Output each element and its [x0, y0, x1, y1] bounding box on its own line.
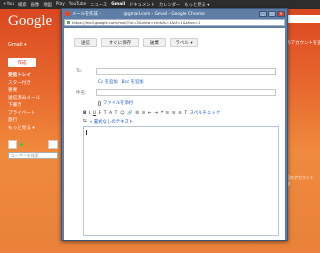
sidebar-item-sent[interactable]: 送信済みメール [8, 95, 58, 103]
subject-field[interactable] [96, 89, 276, 96]
text-color-button[interactable]: A [109, 111, 112, 116]
bullet-list-icon[interactable]: ≡ [142, 111, 146, 116]
compose-form: 送信 すぐに保存 破棄 ラベル ▾ To: Cc を追加 Bcc を追加 件名:… [64, 28, 285, 240]
underline-button[interactable]: U [93, 111, 96, 116]
attach-file-link[interactable]: ファイルを添付 [98, 100, 133, 106]
discard-button[interactable]: 破棄 [143, 38, 166, 47]
chat-search-input[interactable]: ユーザーを検索 [8, 152, 58, 159]
url-text: https://mail.google.com/mail/?ui=2&view=… [72, 20, 201, 25]
topbar-item-more[interactable]: もっと見る ▾ [184, 2, 209, 8]
compose-toolbar: 送信 すぐに保存 破棄 ラベル ▾ [74, 38, 198, 47]
topbar-item-docs[interactable]: ドキュメント [129, 2, 155, 8]
sidebar-item-drafts[interactable]: 下書き [8, 102, 58, 110]
sidebar-nav: 受信トレイ スター付き 重要 送信済みメール 下書き プライベート 旅行 もっと… [8, 72, 58, 132]
spellcheck-link[interactable]: スペルチェック [190, 110, 220, 116]
quote-icon[interactable]: ❝ [161, 111, 163, 116]
align-left-icon[interactable]: ≡ [166, 111, 170, 116]
bold-button[interactable]: B [83, 111, 86, 116]
close-button[interactable]: × [277, 10, 285, 17]
compose-button[interactable]: 作成 [8, 58, 36, 67]
avatar[interactable] [8, 140, 17, 149]
gmail-icon [65, 11, 70, 16]
topbar-item-youtube[interactable]: YouTube [69, 2, 86, 7]
sidebar-item-more[interactable]: もっと見る ▾ [8, 125, 58, 133]
format-toolbar: B I U F T A T ☺ 🔗 ☰ ≡ ⇤ ⇥ ❝ ≡ ≡ ≡ T スペルチ… [83, 109, 278, 117]
italic-button[interactable]: I [89, 111, 90, 116]
attach-file-label: ファイルを添付 [103, 101, 134, 106]
font-button[interactable]: F [99, 111, 102, 116]
sidebar-item-starred[interactable]: スター付き [8, 80, 58, 88]
indent-less-icon[interactable]: ⇤ [148, 111, 152, 116]
save-now-button[interactable]: すぐに保存 [101, 38, 139, 47]
sidebar-item-important[interactable]: 重要 [8, 87, 58, 95]
remove-format-icon[interactable]: T [184, 111, 187, 116]
topbar-item-gmail[interactable]: Gmail [111, 2, 125, 7]
window-controls: _ □ × [259, 10, 285, 17]
sidebar-item-travel[interactable]: 旅行 [8, 117, 58, 125]
lock-icon [67, 21, 70, 24]
topbar-item-play[interactable]: Play [56, 2, 65, 7]
gmail-menu[interactable]: Gmail ▾ [8, 42, 27, 48]
send-button[interactable]: 送信 [74, 38, 97, 47]
labels-dropdown[interactable]: ラベル ▾ [170, 38, 198, 47]
font-size-button[interactable]: T [104, 111, 107, 116]
chat-panel: ユーザーを検索 [8, 140, 58, 160]
window-titlebar[interactable]: メールを作成 - @gmail.com - Gmail - Google Chr… [62, 9, 287, 18]
subject-label: 件名: [76, 91, 87, 96]
to-field[interactable] [96, 68, 276, 75]
add-recipients-links: Cc を追加 Bcc を追加 [98, 79, 144, 85]
sidebar-item-inbox[interactable]: 受信トレイ [8, 72, 58, 80]
sidebar-item-private[interactable]: プライベート [8, 110, 58, 118]
compose-popup-window: メールを作成 - @gmail.com - Gmail - Google Chr… [61, 8, 288, 241]
format-toolbar-row2: ⇆ « 書式なしのテキスト [83, 118, 133, 125]
align-right-icon[interactable]: ≡ [178, 111, 182, 116]
paperclip-icon [98, 100, 101, 106]
topbar-item-news[interactable]: ニュース [90, 2, 107, 8]
topbar-item-you[interactable]: +You [3, 2, 14, 7]
to-label: To: [76, 69, 83, 74]
emoticon-icon[interactable]: ☺ [120, 111, 125, 116]
topbar-item-calendar[interactable]: カレンダー [159, 2, 180, 8]
window-title: メールを作成 - @gmail.com - Gmail - Google Chr… [72, 11, 205, 17]
highlight-button[interactable]: T [115, 111, 118, 116]
plain-text-link[interactable]: « 書式なしのテキスト [90, 119, 133, 125]
text-direction-icon[interactable]: ⇆ [83, 119, 87, 124]
topbar-item-maps[interactable]: 地図 [43, 2, 52, 8]
numbered-list-icon[interactable]: ☰ [135, 111, 139, 116]
maximize-button[interactable]: □ [268, 10, 276, 17]
add-bcc-link[interactable]: Bcc を追加 [122, 79, 144, 85]
link-icon[interactable]: 🔗 [127, 111, 132, 116]
google-logo[interactable]: Google [8, 13, 52, 30]
address-bar[interactable]: https://mail.google.com/mail/?ui=2&view=… [64, 19, 285, 26]
align-center-icon[interactable]: ≡ [172, 111, 176, 116]
topbar-item-search[interactable]: 検索 [18, 2, 27, 8]
chat-settings-button[interactable] [48, 140, 58, 149]
text-caret [86, 130, 87, 135]
add-cc-link[interactable]: Cc を追加 [98, 79, 118, 85]
minimize-button[interactable]: _ [259, 10, 267, 17]
indent-more-icon[interactable]: ⇥ [154, 111, 158, 116]
status-dot-icon [20, 143, 23, 146]
topbar-item-images[interactable]: 画像 [31, 2, 40, 8]
message-body-editor[interactable] [83, 126, 279, 236]
